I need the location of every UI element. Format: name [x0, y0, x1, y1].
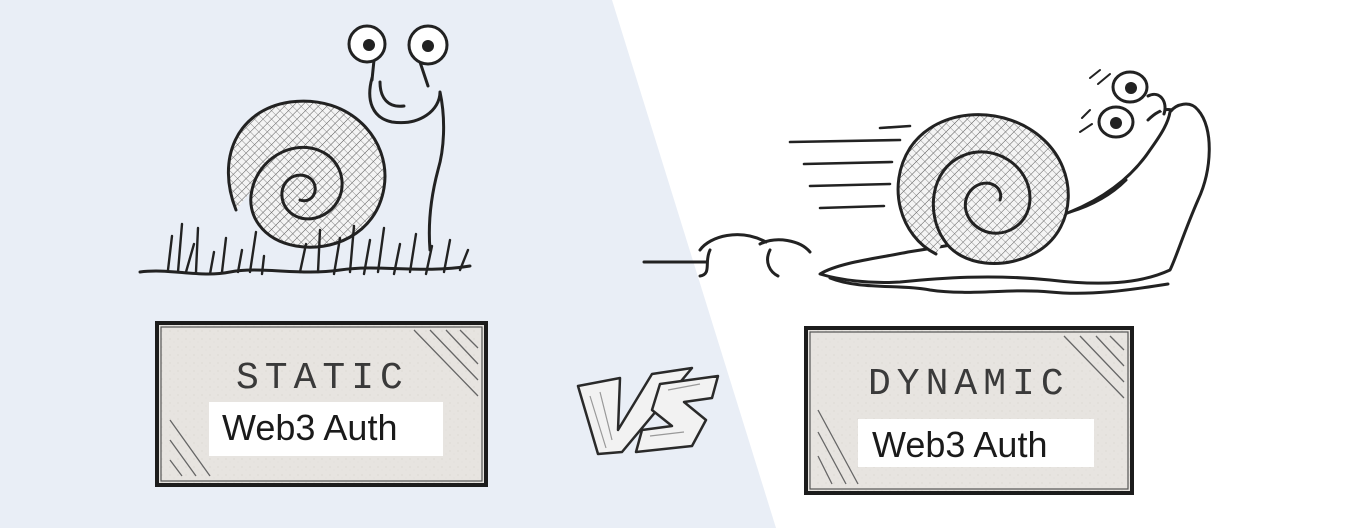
dynamic-sign-text: DYNAMIC	[868, 363, 1070, 406]
dynamic-web3-auth-label: Web3 Auth	[872, 424, 1048, 465]
static-web3-auth-label: Web3 Auth	[222, 407, 398, 448]
dynamic-sign: DYNAMIC	[804, 326, 1134, 495]
static-sign-text: STATIC	[236, 357, 409, 400]
comparison-illustration: STATIC VS DYNAMIC Web3 Auth Web3 Auth	[0, 0, 1359, 528]
dynamic-snail-drawing	[642, 69, 1211, 295]
illustration-canvas: STATIC VS DYNAMIC	[0, 0, 1211, 528]
